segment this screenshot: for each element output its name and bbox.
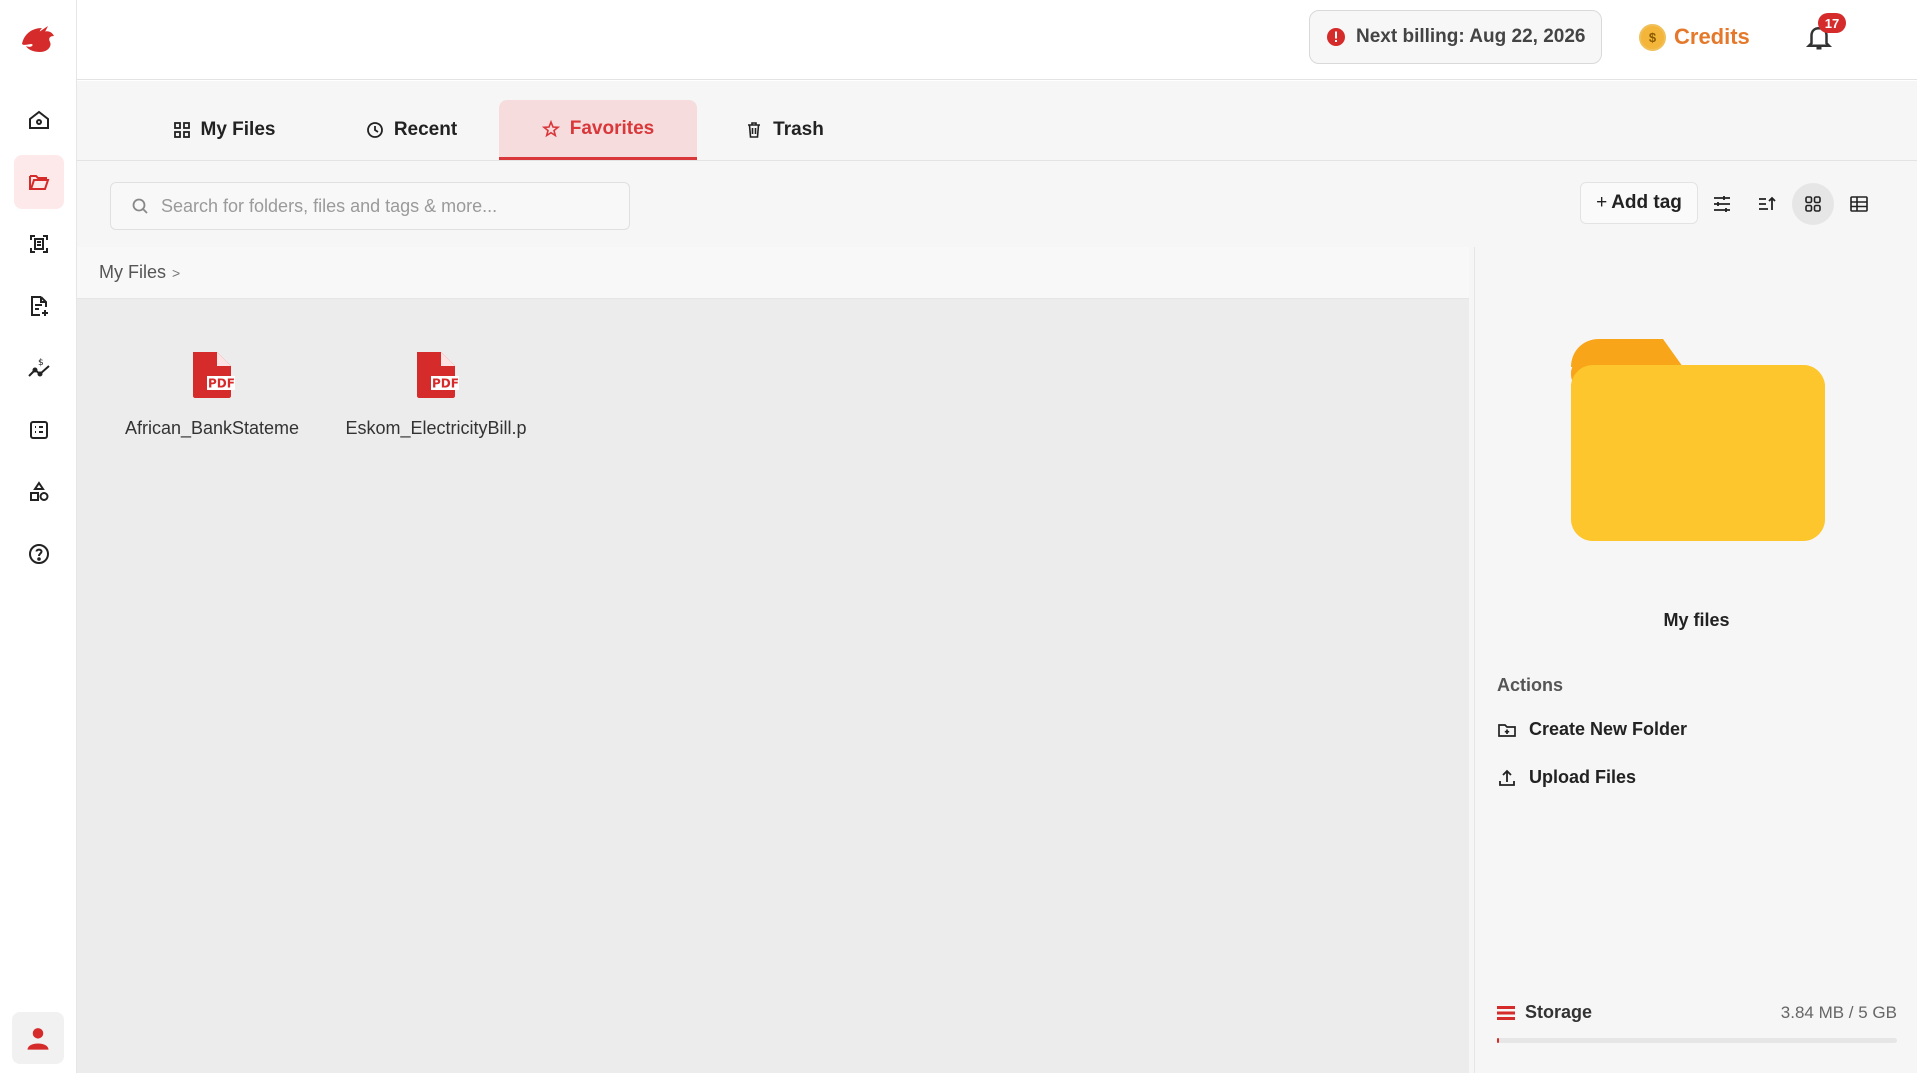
credits-button[interactable]: $ Credits — [1639, 20, 1750, 54]
money-chart-icon: $ — [28, 358, 50, 377]
file-item[interactable]: PDF Eskom_ElectricityBill.p — [336, 350, 536, 460]
star-icon — [541, 119, 560, 137]
storage-label: Storage — [1525, 1002, 1593, 1022]
sidebar-item-files[interactable] — [14, 155, 64, 209]
details-panel: My files Actions Create New Folder Uploa… — [1474, 247, 1917, 1073]
svg-text:PDF: PDF — [432, 377, 459, 391]
create-folder-button[interactable]: Create New Folder — [1497, 719, 1687, 740]
upload-icon — [1499, 769, 1515, 786]
sidebar-item-shapes[interactable] — [14, 465, 64, 519]
sidebar: $ — [0, 0, 77, 1073]
sidebar-item-scan[interactable] — [14, 217, 64, 271]
plus-icon: + — [1596, 192, 1608, 213]
billing-status[interactable]: Next billing: Aug 22, 2026 — [1309, 10, 1602, 64]
breadcrumb: My Files > — [77, 247, 1469, 299]
actions-heading: Actions — [1497, 675, 1564, 695]
upload-files-button[interactable]: Upload Files — [1497, 767, 1636, 788]
tab-label: Favorites — [569, 117, 655, 139]
notification-count-badge: 17 — [1818, 13, 1846, 33]
svg-text:$: $ — [38, 358, 44, 368]
sidebar-item-documents[interactable] — [14, 279, 64, 333]
tab-label: Recent — [393, 119, 458, 140]
filter-button[interactable] — [1701, 183, 1743, 225]
sidebar-item-checklist[interactable] — [14, 403, 64, 457]
storage-value: 3.84 MB / 5 GB — [1780, 1002, 1897, 1022]
pdf-file-icon: PDF — [417, 352, 459, 398]
help-circle-icon — [29, 544, 49, 564]
action-label: Create New Folder — [1529, 719, 1688, 739]
clock-icon — [366, 122, 383, 138]
file-name: Eskom_ElectricityBill.p — [345, 418, 527, 438]
tab-recent[interactable]: Recent — [324, 100, 499, 160]
storage-icon — [1497, 1005, 1515, 1020]
panel-title: My files — [1663, 610, 1730, 630]
pdf-file-icon: PDF — [193, 352, 235, 398]
home-icon — [29, 110, 49, 129]
sidebar-item-finance[interactable]: $ — [14, 341, 64, 395]
file-tabs: My Files Recent Favorites Trash — [124, 100, 872, 160]
checklist-icon — [30, 421, 48, 439]
action-label: Upload Files — [1529, 767, 1637, 787]
storage-info: Storage 3.84 MB / 5 GB — [1497, 1002, 1897, 1023]
table-view-icon — [1850, 196, 1868, 212]
folder-open-icon — [29, 175, 50, 190]
tab-label: Trash — [773, 119, 824, 140]
user-avatar-button[interactable] — [12, 1012, 64, 1064]
grid-view-button[interactable] — [1792, 183, 1834, 225]
svg-text:PDF: PDF — [208, 377, 235, 391]
billing-text: Next billing: Aug 22, 2026 — [1356, 26, 1586, 47]
folder-icon — [1571, 339, 1825, 541]
tab-my-files[interactable]: My Files — [124, 100, 324, 160]
user-avatar-icon — [27, 1028, 49, 1050]
top-bar: Next billing: Aug 22, 2026 $ Credits 17 — [77, 0, 1917, 80]
tab-favorites[interactable]: Favorites — [499, 100, 697, 160]
tabs-divider — [77, 160, 1917, 161]
brand-logo[interactable] — [14, 16, 62, 64]
storage-progress-fill — [1497, 1038, 1499, 1043]
sort-icon — [1759, 196, 1776, 210]
table-view-button[interactable] — [1838, 183, 1880, 225]
grid-view-icon — [1805, 196, 1821, 212]
sort-button[interactable] — [1746, 183, 1788, 225]
alert-icon — [1327, 28, 1345, 46]
search-box — [110, 182, 630, 230]
folder-plus-icon — [1498, 723, 1516, 737]
add-tag-button[interactable]: + Add tag — [1580, 182, 1698, 224]
chevron-right-icon: > — [172, 264, 181, 281]
sliders-icon — [1714, 196, 1730, 212]
sidebar-item-help[interactable] — [14, 527, 64, 581]
coin-icon: $ — [1639, 23, 1666, 51]
tab-trash[interactable]: Trash — [697, 100, 872, 160]
scan-document-icon — [30, 235, 48, 253]
sidebar-item-home[interactable] — [14, 93, 64, 147]
search-icon — [132, 198, 148, 214]
storage-progress-bar — [1497, 1038, 1897, 1043]
breadcrumb-root[interactable]: My Files — [99, 262, 166, 283]
trash-icon — [748, 122, 761, 138]
document-add-icon — [31, 296, 48, 316]
file-name: African_BankStateme — [124, 418, 300, 438]
search-input[interactable] — [161, 195, 601, 217]
file-item[interactable]: PDF African_BankStateme — [112, 350, 312, 460]
add-tag-label: Add tag — [1611, 192, 1682, 213]
credits-label: Credits — [1674, 24, 1750, 49]
grid-icon — [173, 122, 190, 138]
shapes-icon — [30, 481, 49, 501]
tab-label: My Files — [200, 119, 276, 140]
